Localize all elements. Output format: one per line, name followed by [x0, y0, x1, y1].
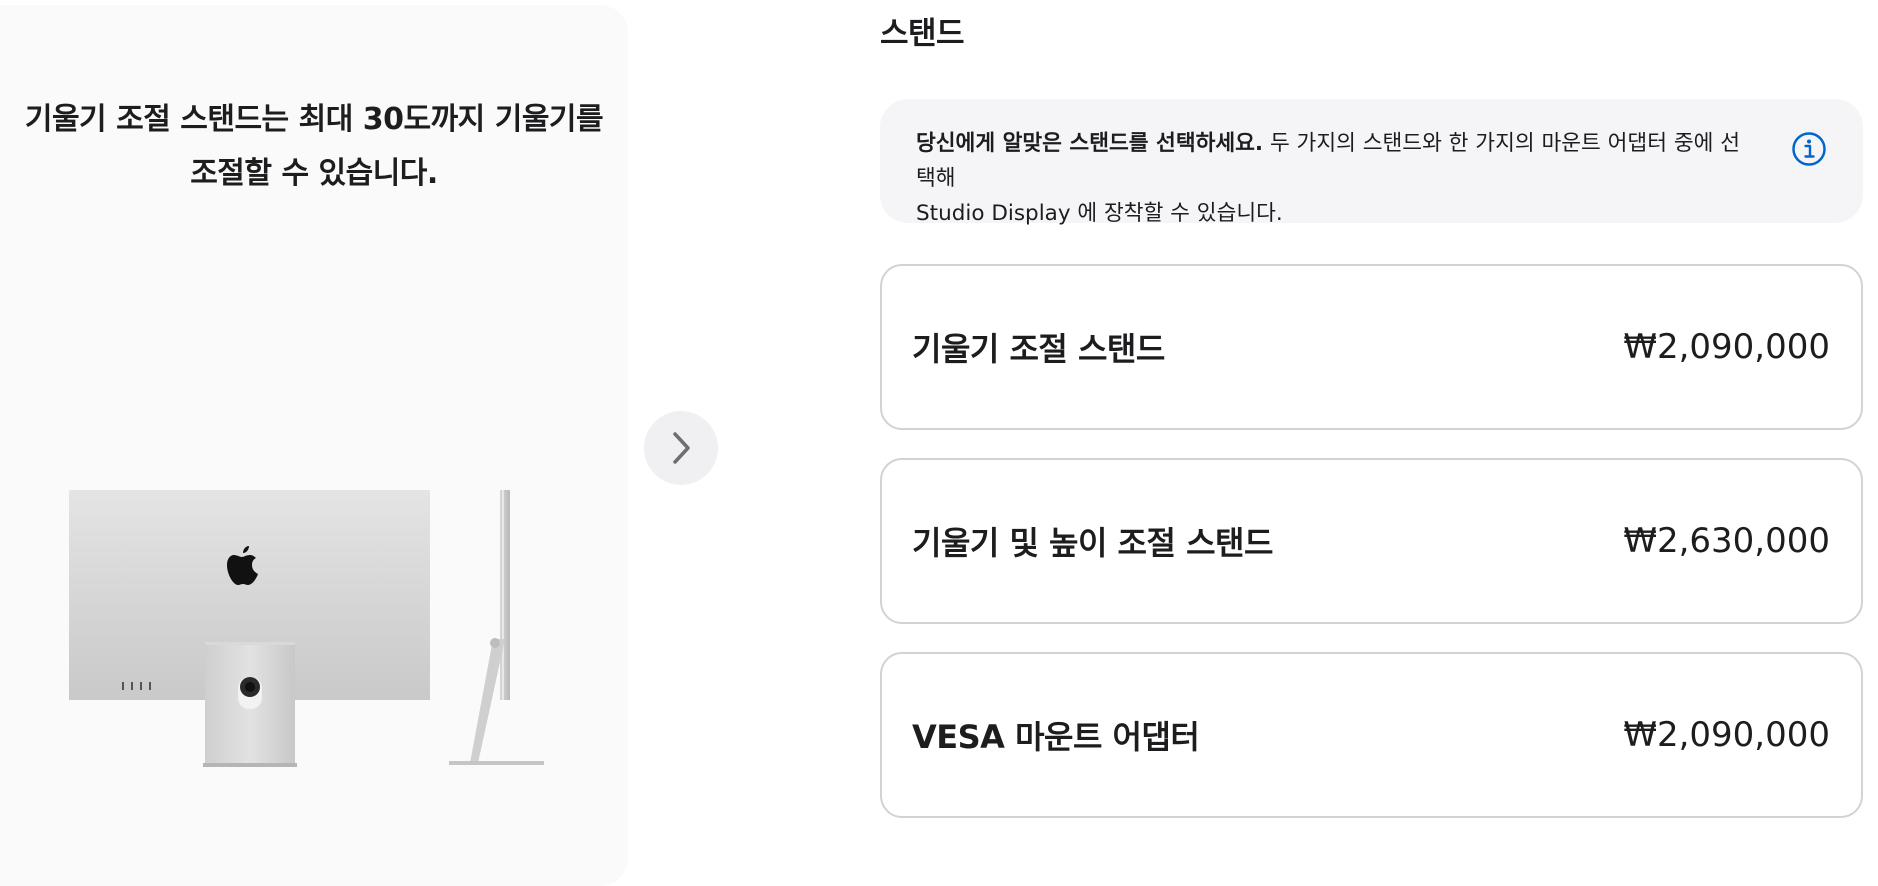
info-text: 당신에게 알맞은 스탠드를 선택하세요. 두 가지의 스탠드와 한 가지의 마운… — [916, 126, 1756, 231]
studio-display-image — [69, 490, 544, 767]
info-text-line1: 당신에게 알맞은 스탠드를 선택하세요. 두 가지의 스탠드와 한 가지의 마운… — [916, 126, 1756, 196]
option-price: ₩2,630,000 — [1623, 521, 1830, 561]
info-circle-icon[interactable] — [1791, 131, 1827, 167]
gallery-caption: 기울기 조절 스탠드는 최대 30도까지 기울기를 조절할 수 있습니다. — [10, 93, 618, 201]
next-image-button[interactable] — [644, 411, 718, 485]
chevron-right-icon — [673, 432, 690, 464]
option-vesa-mount-adapter[interactable]: VESA 마운트 어댑터 ₩2,090,000 — [880, 652, 1863, 818]
option-price: ₩2,090,000 — [1623, 715, 1830, 755]
option-price: ₩2,090,000 — [1623, 327, 1830, 367]
info-banner: 당신에게 알맞은 스탠드를 선택하세요. 두 가지의 스탠드와 한 가지의 마운… — [880, 99, 1863, 226]
info-text-line2: Studio Display 에 장착할 수 있습니다. — [916, 201, 1283, 226]
option-tilt-height-stand[interactable]: 기울기 및 높이 조절 스탠드 ₩2,630,000 — [880, 458, 1863, 624]
gallery-caption-line2: 조절할 수 있습니다. — [190, 156, 438, 191]
info-bold-text: 당신에게 알맞은 스탠드를 선택하세요. — [916, 131, 1264, 156]
gallery-card: 기울기 조절 스탠드는 최대 30도까지 기울기를 조절할 수 있습니다. — [0, 5, 628, 886]
gallery-caption-line1: 기울기 조절 스탠드는 최대 30도까지 기울기를 — [24, 102, 604, 137]
option-tilt-stand[interactable]: 기울기 조절 스탠드 ₩2,090,000 — [880, 264, 1863, 430]
option-name: 기울기 조절 스탠드 — [912, 330, 1165, 368]
option-name: VESA 마운트 어댑터 — [912, 718, 1200, 756]
section-title: 스탠드 — [880, 16, 965, 52]
option-name: 기울기 및 높이 조절 스탠드 — [912, 524, 1273, 562]
